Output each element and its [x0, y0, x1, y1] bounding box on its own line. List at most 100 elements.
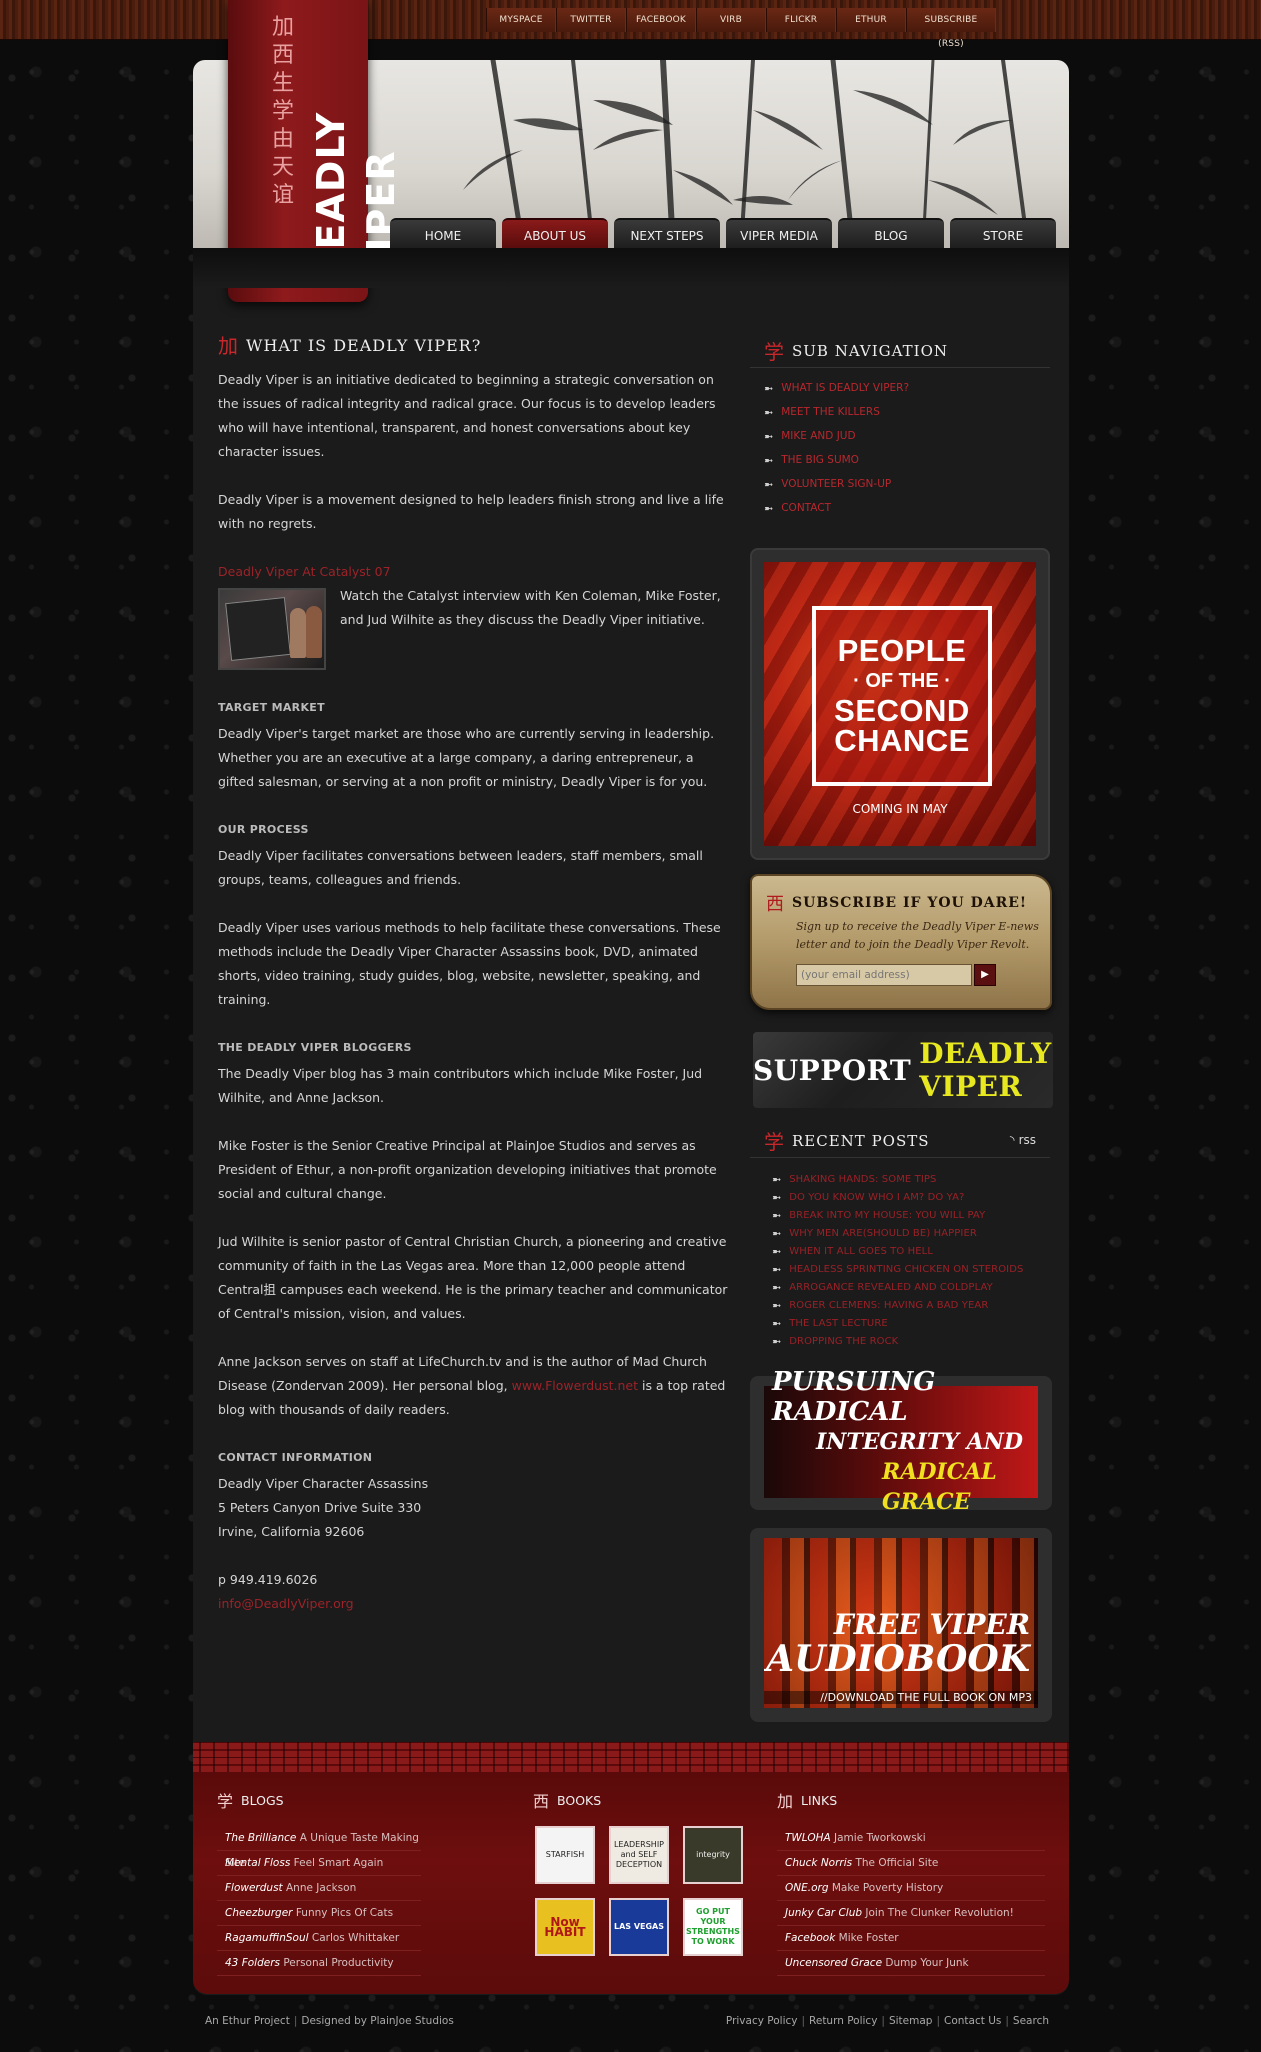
heading-glyph-icon: 西 — [533, 1792, 550, 1811]
header-shadow-band — [193, 248, 1069, 288]
footer-blog-link[interactable]: 43 Folders Personal Productivity — [217, 1951, 421, 1976]
catalyst-link[interactable]: Deadly Viper At Catalyst 07 — [218, 564, 391, 579]
bloggers-heading: THE DEADLY VIPER BLOGGERS — [218, 1041, 412, 1054]
people-second-chance-promo[interactable]: PEOPLE · OF THE · SECOND CHANCE COMING I… — [750, 548, 1050, 860]
target-market-paragraph: Deadly Viper's target market are those w… — [218, 726, 715, 789]
recent-post-item[interactable]: ➼ ROGER CLEMENS: HAVING A BAD YEAR — [772, 1296, 1050, 1314]
footer-blogs: 学 BLOGS The Brilliance A Unique Taste Mak… — [217, 1788, 421, 1976]
nav-tab-next-steps[interactable]: NEXT STEPS — [614, 218, 720, 248]
recent-post-item[interactable]: ➼ ARROGANCE REVEALED AND COLDPLAY — [772, 1278, 1050, 1296]
page-title-text: WHAT IS DEADLY VIPER? — [246, 336, 482, 355]
heading-glyph-icon: 西 — [766, 894, 784, 915]
footer-link[interactable]: Junky Car Club Join The Clunker Revoluti… — [777, 1901, 1045, 1926]
social-link-flickr[interactable]: FLICKR — [766, 8, 836, 32]
sitemap-link[interactable]: Sitemap — [889, 2015, 933, 2027]
free-audiobook-banner[interactable]: FREE VIPER AUDIOBOOK //DOWNLOAD THE FULL… — [750, 1528, 1052, 1722]
contact-email-link[interactable]: info@DeadlyViper.org — [218, 1596, 354, 1611]
fin-bullet-icon: ➼ — [772, 1172, 782, 1186]
heading-glyph-icon: 学 — [764, 1130, 784, 1154]
subnav-item[interactable]: ➼ CONTACT — [764, 496, 1050, 520]
nav-tab-store[interactable]: STORE — [950, 218, 1056, 248]
social-link-subscribe-rss[interactable]: SUBSCRIBE (RSS) — [906, 8, 996, 49]
recent-post-item[interactable]: ➼ WHEN IT ALL GOES TO HELL — [772, 1242, 1050, 1260]
main-nav: HOME ABOUT US NEXT STEPS VIPER MEDIA BLO… — [390, 218, 1056, 248]
process-paragraph-1: Deadly Viper facilitates conversations b… — [218, 848, 703, 887]
coming-in-may-label: COMING IN MAY — [852, 802, 948, 816]
footer-link[interactable]: Uncensored Grace Dump Your Junk — [777, 1951, 1045, 1976]
recent-post-item[interactable]: ➼ WHY MEN ARE(SHOULD BE) HAPPIER — [772, 1224, 1050, 1242]
book-cover-leadership[interactable]: LEADERSHIP and SELF DECEPTION — [609, 1826, 669, 1884]
footer-blog-link[interactable]: RagamuffinSoul Carlos Whittaker — [217, 1926, 421, 1951]
footer-link[interactable]: ONE.org Make Poverty History — [777, 1876, 1045, 1901]
designed-by-link[interactable]: Designed by PlainJoe Studios — [301, 2015, 453, 2027]
fin-bullet-icon: ➼ — [772, 1298, 782, 1312]
nav-tab-about-us[interactable]: ABOUT US — [502, 218, 608, 248]
book-cover-starfish[interactable]: STARFISH — [535, 1826, 595, 1884]
footer-blog-link[interactable]: Flowerdust Anne Jackson — [217, 1876, 421, 1901]
radical-grace-banner[interactable]: PURSUING RADICAL INTEGRITY AND RADICAL G… — [750, 1367, 1052, 1515]
heading-glyph-icon: 加 — [777, 1792, 794, 1811]
fin-bullet-icon: ➼ — [772, 1280, 782, 1294]
catalyst-video-thumbnail[interactable] — [218, 588, 326, 670]
fin-bullet-icon: ➼ — [772, 1334, 782, 1348]
catalyst-description: Watch the Catalyst interview with Ken Co… — [340, 588, 721, 627]
recent-post-item[interactable]: ➼ SHAKING HANDS: SOME TIPS — [772, 1170, 1050, 1188]
recent-post-item[interactable]: ➼ THE LAST LECTURE — [772, 1314, 1050, 1332]
footer-books: 西 BOOKS STARFISH LEADERSHIP and SELF DECE… — [533, 1788, 753, 1956]
book-cover-go[interactable]: GO PUT YOUR STRENGTHS TO WORK — [683, 1898, 743, 1956]
footer-blog-link[interactable]: Cheezburger Funny Pics Of Cats — [217, 1901, 421, 1926]
flowerdust-link[interactable]: www.Flowerdust.net — [512, 1378, 638, 1393]
fin-bullet-icon: ➼ — [764, 381, 774, 395]
rss-link[interactable]: ◝ rss — [1010, 1133, 1036, 1147]
rss-icon: ◝ — [1009, 1133, 1015, 1147]
recent-post-item[interactable]: ➼ DO YOU KNOW WHO I AM? DO YA? — [772, 1188, 1050, 1206]
fin-bullet-icon: ➼ — [772, 1316, 782, 1330]
recent-posts-heading: 学 RECENT POSTS ◝ rss — [750, 1124, 1050, 1158]
recent-post-item[interactable]: ➼ HEADLESS SPRINTING CHICKEN ON STEROIDS — [772, 1260, 1050, 1278]
catalyst-block: Watch the Catalyst interview with Ken Co… — [218, 584, 728, 670]
heading-glyph-icon: 学 — [764, 340, 784, 364]
social-link-facebook[interactable]: FACEBOOK — [626, 8, 696, 32]
footer-pattern-border — [193, 1742, 1069, 1772]
fin-bullet-icon: ➼ — [772, 1262, 782, 1276]
footer-link[interactable]: Facebook Mike Foster — [777, 1926, 1045, 1951]
footer-link[interactable]: TWLOHA Jamie Tworkowski — [777, 1826, 1045, 1851]
nav-tab-home[interactable]: HOME — [390, 218, 496, 248]
logo-title: DEADLY VIPER — [309, 111, 403, 282]
return-policy-link[interactable]: Return Policy — [809, 2015, 877, 2027]
subnav-item[interactable]: ➼ WHAT IS DEADLY VIPER? — [764, 376, 1050, 400]
nav-tab-blog[interactable]: BLOG — [838, 218, 944, 248]
subnav-item[interactable]: ➼ VOLUNTEER SIGN-UP — [764, 472, 1050, 496]
sub-navigation-heading: 学 SUB NAVIGATION — [750, 334, 1050, 368]
contact-phone: p 949.419.6026 — [218, 1572, 318, 1587]
social-link-virb[interactable]: VIRB — [696, 8, 766, 32]
footer-blog-link[interactable]: Mental Floss Feel Smart Again — [217, 1851, 421, 1876]
social-link-myspace[interactable]: MYSPACE — [486, 8, 556, 32]
subnav-item[interactable]: ➼ THE BIG SUMO — [764, 448, 1050, 472]
recent-post-item[interactable]: ➼ BREAK INTO MY HOUSE: YOU WILL PAY — [772, 1206, 1050, 1224]
social-link-twitter[interactable]: TWITTER — [556, 8, 626, 32]
subnav-item[interactable]: ➼ MEET THE KILLERS — [764, 400, 1050, 424]
ethur-project-link[interactable]: An Ethur Project — [205, 2015, 290, 2027]
footer: 学 BLOGS The Brilliance A Unique Taste Mak… — [193, 1772, 1069, 1994]
nav-tab-viper-media[interactable]: VIPER MEDIA — [726, 218, 832, 248]
subscribe-submit-button[interactable]: ▶ — [974, 964, 996, 986]
footer-blog-link[interactable]: The Brilliance A Unique Taste Making Sit… — [217, 1826, 421, 1869]
book-cover-las-vegas[interactable]: LAS VEGAS — [609, 1898, 669, 1956]
contact-us-link[interactable]: Contact Us — [944, 2015, 1001, 2027]
fin-bullet-icon: ➼ — [772, 1226, 782, 1240]
social-link-ethur[interactable]: ETHUR — [836, 8, 906, 32]
recent-post-item[interactable]: ➼ DROPPING THE ROCK — [772, 1332, 1050, 1350]
top-social-strip: MYSPACE TWITTER FACEBOOK VIRB FLICKR ETH… — [0, 0, 1261, 49]
privacy-policy-link[interactable]: Privacy Policy — [726, 2015, 798, 2027]
main-content: 加 WHAT IS DEADLY VIPER? Deadly Viper is … — [218, 334, 728, 1616]
fin-bullet-icon: ➼ — [764, 429, 774, 443]
subnav-item[interactable]: ➼ MIKE AND JUD — [764, 424, 1050, 448]
email-field[interactable] — [796, 964, 972, 986]
bloggers-paragraph-1: The Deadly Viper blog has 3 main contrib… — [218, 1066, 703, 1105]
book-cover-integrity[interactable]: integrity — [683, 1826, 743, 1884]
search-link[interactable]: Search — [1013, 2015, 1049, 2027]
footer-link[interactable]: Chuck Norris The Official Site — [777, 1851, 1045, 1876]
support-deadly-viper-banner[interactable]: SUPPORT DEADLY VIPER — [753, 1032, 1053, 1108]
book-cover-now-habit[interactable]: Now HABIT — [535, 1898, 595, 1956]
